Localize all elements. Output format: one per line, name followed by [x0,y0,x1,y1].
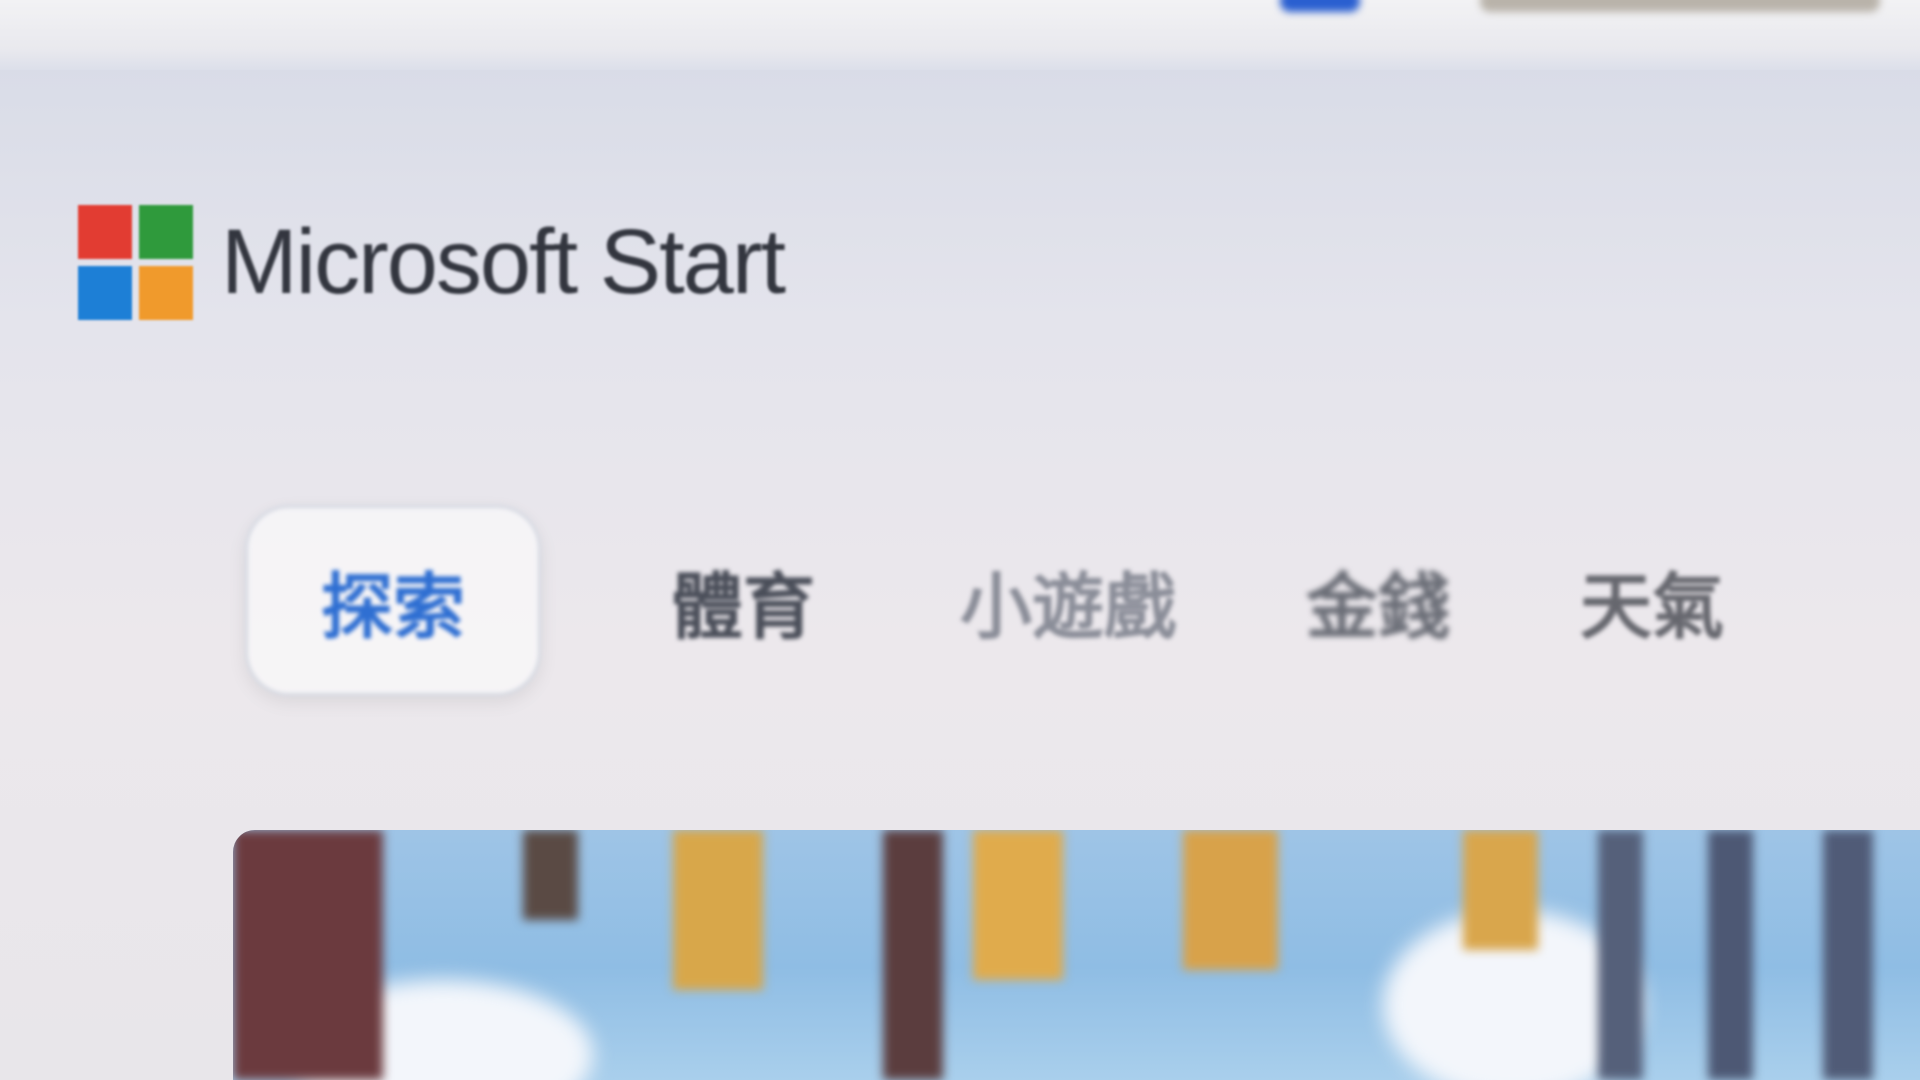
logo-red-square [78,205,132,259]
brand-title[interactable]: Microsoft Start [221,210,786,315]
tab-weather[interactable]: 天氣 [1580,508,1724,693]
logo-blue-square [78,266,132,320]
hero-pole [1708,830,1753,1080]
logo-orange-square [139,266,193,320]
browser-top-strip [0,0,1920,70]
blurred-toolbar-shape [1280,0,1360,12]
site-header: Microsoft Start [78,205,786,320]
hero-pennant [523,830,578,920]
tab-sports[interactable]: 體育 [671,508,815,693]
category-tabs: 探索 體育 小遊戲 金錢 天氣 [245,505,1724,696]
hero-pole [1598,830,1643,1080]
blurred-toolbar-shape [1480,0,1880,12]
hero-image-card[interactable] [233,830,1920,1080]
hero-pennant [1183,830,1278,970]
microsoft-logo-icon[interactable] [78,205,193,320]
hero-pennant [673,830,763,990]
hero-pennant [1463,830,1538,950]
tab-money[interactable]: 金錢 [1306,508,1450,693]
hero-pennant [973,830,1063,980]
hero-tree-trunk [233,830,383,1080]
tab-explore[interactable]: 探索 [245,505,541,696]
hero-pole [883,830,943,1080]
tab-mini-games[interactable]: 小遊戲 [960,508,1176,693]
logo-green-square [139,205,193,259]
hero-pole [1823,830,1873,1080]
